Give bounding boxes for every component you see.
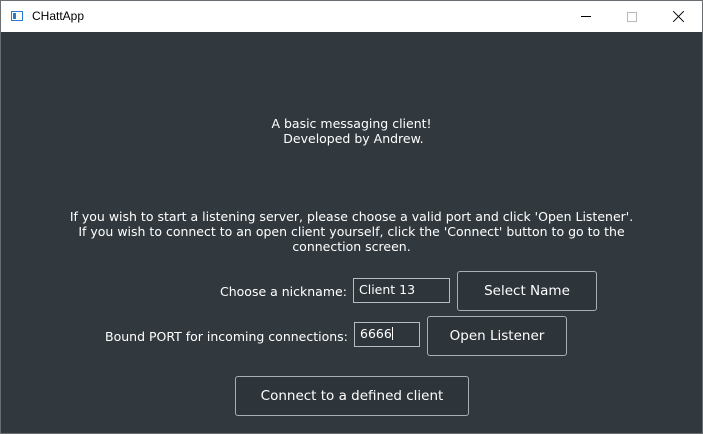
intro-line-1: A basic messaging client! bbox=[271, 116, 432, 131]
select-name-label: Select Name bbox=[484, 283, 570, 299]
instructions-line-2: If you wish to connect to an open client… bbox=[78, 224, 625, 239]
maximize-button[interactable] bbox=[609, 1, 655, 32]
select-name-button[interactable]: Select Name bbox=[457, 271, 597, 311]
port-input[interactable]: 6666 bbox=[354, 322, 420, 347]
maximize-icon bbox=[627, 11, 637, 22]
window-title: CHattApp bbox=[32, 9, 85, 23]
text-caret bbox=[391, 327, 393, 340]
minimize-icon bbox=[581, 16, 591, 17]
open-listener-label: Open Listener bbox=[449, 328, 545, 344]
connect-label: Connect to a defined client bbox=[260, 388, 444, 404]
app-window-icon bbox=[11, 11, 23, 21]
instructions-line-1: If you wish to start a listening server,… bbox=[69, 209, 634, 224]
port-label: Bound PORT for incoming connections: bbox=[105, 329, 348, 344]
close-icon bbox=[672, 10, 685, 23]
instructions-text: If you wish to start a listening server,… bbox=[41, 209, 662, 254]
nickname-label: Choose a nickname: bbox=[220, 284, 347, 299]
minimize-button[interactable] bbox=[563, 1, 609, 32]
intro-text: A basic messaging client! Developed by A… bbox=[1, 116, 702, 146]
close-button[interactable] bbox=[655, 1, 701, 32]
nickname-value: Client 13 bbox=[359, 282, 416, 297]
port-value: 6666 bbox=[360, 326, 392, 341]
title-bar[interactable]: CHattApp bbox=[1, 1, 702, 32]
connect-button[interactable]: Connect to a defined client bbox=[235, 376, 469, 416]
app-window: CHattApp A basic messaging client! Devel… bbox=[0, 0, 703, 434]
open-listener-button[interactable]: Open Listener bbox=[427, 316, 567, 356]
intro-line-2: Developed by Andrew. bbox=[279, 131, 424, 146]
instructions-line-3: connection screen. bbox=[292, 239, 411, 254]
main-panel: A basic messaging client! Developed by A… bbox=[1, 32, 702, 433]
nickname-input[interactable]: Client 13 bbox=[353, 278, 450, 303]
